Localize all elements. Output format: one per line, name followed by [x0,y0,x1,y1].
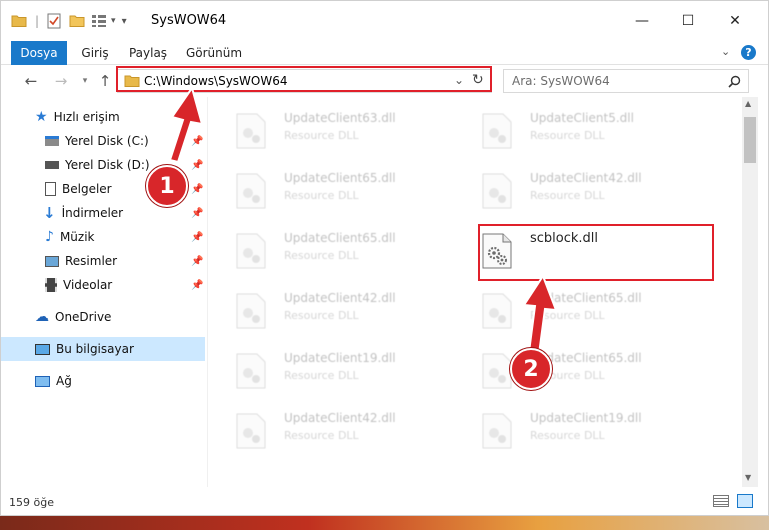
sidebar-item-onedrive[interactable]: ☁ OneDrive [1,305,205,329]
pin-icon[interactable]: 📌 [191,160,203,171]
dll-file-icon [236,113,266,149]
up-button[interactable]: ↑ [95,71,115,91]
navigation-pane: ★ Hızlı erişim Yerel Disk (C:) 📌 Yerel D… [1,97,207,487]
dll-file-icon [482,113,512,149]
file-list: UpdateClient63.dll Resource DLL UpdateCl… [208,97,742,487]
documents-icon [45,182,56,196]
scroll-down-icon[interactable]: ▼ [745,473,751,482]
dll-file-icon [482,173,512,209]
dropdown-icon[interactable]: ▾ [111,16,116,26]
quick-access-toolbar: | ▾ ▾ [11,11,127,31]
search-box[interactable]: Ara: SysWOW64 [503,69,749,93]
close-icon: ✕ [729,13,741,29]
minimize-icon: — [635,13,649,29]
forward-button[interactable]: → [51,71,71,91]
video-icon [45,278,57,292]
search-input[interactable]: Ara: SysWOW64 [512,74,610,88]
view-options-icon[interactable] [91,14,109,28]
dll-file-icon [482,353,512,389]
pin-icon[interactable]: 📌 [191,136,203,147]
new-folder-icon[interactable] [69,14,85,28]
file-item[interactable]: UpdateClient19.dll Resource DLL [458,401,698,457]
network-icon [35,375,50,387]
dll-file-icon [236,233,266,269]
vertical-scrollbar[interactable]: ▲ ▼ [742,97,758,487]
step-2-badge: 2 [510,348,552,390]
file-item[interactable]: UpdateClient65.dll Resource DLL [458,341,698,397]
pin-icon[interactable]: 📌 [191,208,203,219]
cloud-icon: ☁ [35,309,49,325]
status-bar: 159 öğe [1,487,768,515]
window-title: SysWOW64 [151,13,227,28]
dll-file-icon [236,413,266,449]
large-icons-view-icon[interactable] [737,494,753,508]
tab-share[interactable]: Paylaş [125,41,171,65]
maximize-button[interactable]: ☐ [665,1,711,41]
scrollbar-thumb[interactable] [744,117,756,163]
properties-icon[interactable] [47,13,61,29]
forward-arrow-icon: → [54,72,68,90]
maximize-icon: ☐ [681,13,695,29]
minimize-button[interactable]: — [619,1,665,41]
details-view-icon[interactable] [713,495,729,507]
dll-file-icon [482,413,512,449]
chevron-down-icon: ▾ [82,76,88,86]
address-bar-highlight [116,66,492,92]
ribbon: Dosya Giriş Paylaş Görünüm ⌄ ? [1,41,768,97]
customize-toolbar-icon[interactable]: ▾ [122,16,127,27]
dll-file-icon [482,293,512,329]
sidebar-item-this-pc[interactable]: Bu bilgisayar [1,337,205,361]
file-item[interactable]: UpdateClient65.dll Resource DLL [212,161,452,217]
sidebar-item-music[interactable]: ♪ Müzik 📌 [1,225,205,249]
drive-icon [45,161,59,169]
pin-icon[interactable]: 📌 [191,280,203,291]
file-item[interactable]: UpdateClient42.dll Resource DLL [212,281,452,337]
music-icon: ♪ [45,229,54,245]
file-item[interactable]: UpdateClient65.dll Resource DLL [458,281,698,337]
file-item[interactable]: UpdateClient5.dll Resource DLL [458,101,698,157]
up-arrow-icon: ↑ [98,72,112,90]
sidebar-item-videos[interactable]: Videolar 📌 [1,273,205,297]
dll-file-icon [236,353,266,389]
download-icon: ↓ [43,204,56,222]
back-button[interactable]: ← [21,71,41,91]
sidebar-item-network[interactable]: Ağ [1,369,205,393]
item-count: 159 öğe [9,496,54,509]
tab-home[interactable]: Giriş [75,41,115,65]
file-item[interactable]: UpdateClient42.dll Resource DLL [458,161,698,217]
dll-file-icon [236,173,266,209]
drive-icon [45,136,59,146]
close-button[interactable]: ✕ [712,1,758,41]
sidebar-item-pictures[interactable]: Resimler 📌 [1,249,205,273]
expand-ribbon-icon[interactable]: ⌄ [721,45,730,58]
folder-icon[interactable] [11,14,27,28]
back-arrow-icon: ← [24,72,38,90]
pin-icon[interactable]: 📌 [191,184,203,195]
sidebar-item-quick-access[interactable]: ★ Hızlı erişim [1,105,205,129]
file-item[interactable]: UpdateClient19.dll Resource DLL [212,341,452,397]
dll-file-icon [236,293,266,329]
scroll-up-icon[interactable]: ▲ [745,99,751,108]
file-item[interactable]: UpdateClient63.dll Resource DLL [212,101,452,157]
sidebar-item-local-disk-c[interactable]: Yerel Disk (C:) 📌 [1,129,205,153]
pin-icon[interactable]: 📌 [191,256,203,267]
file-item[interactable]: UpdateClient65.dll Resource DLL [212,221,452,277]
star-icon: ★ [35,109,48,125]
help-icon[interactable]: ? [741,45,756,60]
title-bar: | ▾ ▾ SysWOW64 — ☐ ✕ [1,1,768,41]
tab-view[interactable]: Görünüm [183,41,245,65]
recent-locations-button[interactable]: ▾ [75,71,95,91]
step-1-badge: 1 [146,165,188,207]
search-icon [728,75,741,88]
computer-icon [35,343,50,355]
file-highlight [478,224,714,281]
file-item[interactable]: UpdateClient42.dll Resource DLL [212,401,452,457]
pin-icon[interactable]: 📌 [191,232,203,243]
pictures-icon [45,255,59,267]
